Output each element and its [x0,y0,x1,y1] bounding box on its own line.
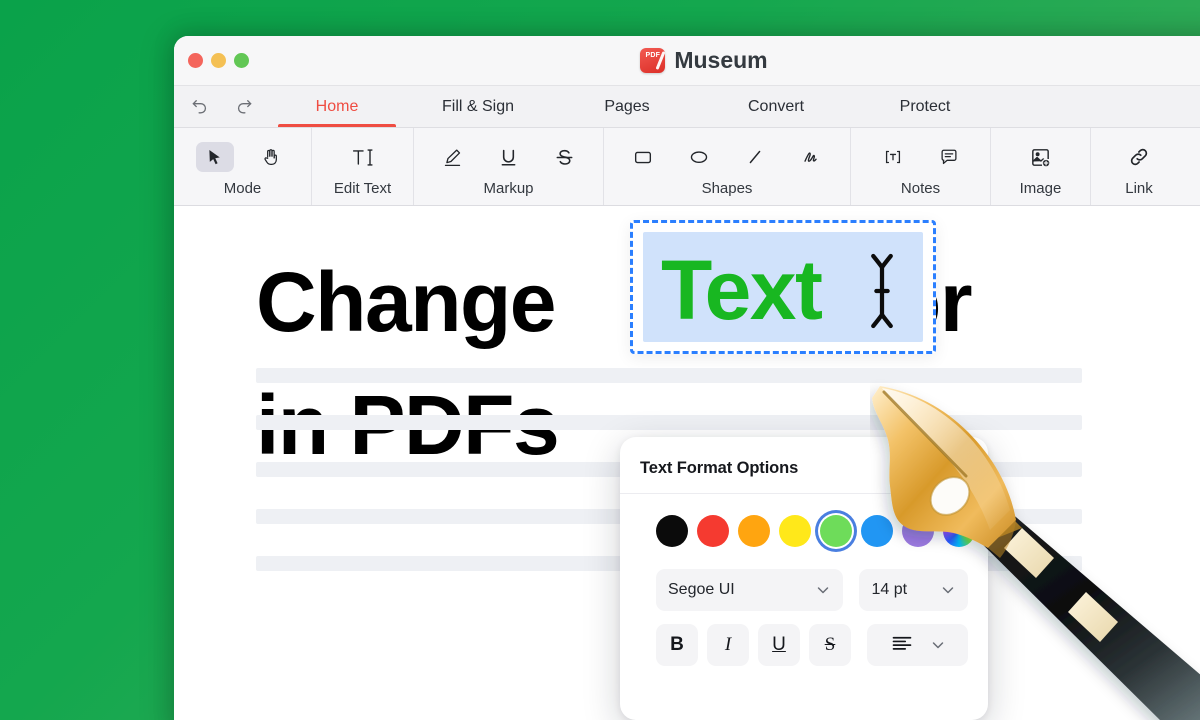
text-format-options-panel: Text Format Options Segoe UI 14 pt B I [620,437,988,720]
title-bar: PDF Museum [174,36,1200,86]
undo-icon[interactable] [190,97,210,117]
italic-button[interactable]: I [707,624,749,666]
style-button-group: B I U S [656,624,851,666]
ribbon-group-label-image: Image [1020,180,1062,197]
color-swatch-red[interactable] [697,515,729,547]
tab-convert[interactable]: Convert [702,86,850,127]
highlighter-icon[interactable] [434,142,472,172]
tab-protect[interactable]: Protect [850,86,1000,127]
strikethrough-icon[interactable] [546,142,584,172]
document-title-group: PDF Museum [174,47,1200,74]
chevron-down-icon [940,582,956,598]
color-swatch-purple[interactable] [902,515,934,547]
headline-part-1: Change [256,255,577,349]
font-family-select[interactable]: Segoe UI [656,569,843,611]
bold-button[interactable]: B [656,624,698,666]
pdf-badge-label: PDF [640,52,665,59]
document-title: Museum [674,47,767,74]
ribbon-group-label-mode: Mode [224,180,262,197]
color-swatch-custom-wheel[interactable] [943,515,975,547]
text-box-icon[interactable] [874,142,912,172]
ribbon-group-image: Image [991,128,1091,205]
ribbon-group-label-shapes: Shapes [702,180,753,197]
minimize-button[interactable] [211,53,226,68]
ribbon-group-shapes: Shapes [604,128,851,205]
color-swatch-black[interactable] [656,515,688,547]
comment-icon[interactable] [930,142,968,172]
color-swatch-row [640,515,968,547]
font-controls-row: Segoe UI 14 pt [640,569,968,611]
text-cursor-icon [867,249,897,333]
text-selection-box[interactable]: Text [630,220,936,354]
font-size-value: 14 pt [871,581,932,599]
tab-bar: Home Fill & Sign Pages Convert Protect [174,86,1200,128]
freehand-icon[interactable] [792,142,830,172]
maximize-button[interactable] [234,53,249,68]
color-swatch-orange[interactable] [738,515,770,547]
traffic-lights [174,53,249,68]
font-family-value: Segoe UI [668,581,807,599]
close-button[interactable] [188,53,203,68]
rectangle-icon[interactable] [624,142,662,172]
ribbon-group-label-link: Link [1125,180,1153,197]
ribbon-group-label-markup: Markup [483,180,533,197]
ribbon-group-link: Link [1091,128,1187,205]
tab-home[interactable]: Home [270,86,404,127]
ribbon-group-label-notes: Notes [901,180,940,197]
font-size-select[interactable]: 14 pt [859,569,968,611]
color-swatch-blue[interactable] [861,515,893,547]
text-style-row: B I U S [640,624,968,666]
ribbon-group-markup: Markup [414,128,604,205]
add-image-icon[interactable] [1022,142,1060,172]
pdf-file-icon: PDF [640,48,665,73]
panel-title: Text Format Options [640,459,968,478]
link-icon[interactable] [1120,142,1158,172]
align-left-icon [890,634,914,656]
panel-divider [620,493,988,494]
strikethrough-button[interactable]: S [809,624,851,666]
document-placeholder-line [256,415,1082,430]
text-align-select[interactable] [867,624,968,666]
ribbon-group-edit-text: Edit Text [312,128,414,205]
edit-text-icon[interactable] [344,142,382,172]
tab-fill-sign[interactable]: Fill & Sign [404,86,552,127]
color-swatch-yellow[interactable] [779,515,811,547]
selected-word: Text [661,232,821,348]
underline-button[interactable]: U [758,624,800,666]
ribbon-group-mode: Mode [174,128,312,205]
chevron-down-icon [815,582,831,598]
cursor-arrow-icon[interactable] [196,142,234,172]
chevron-down-icon [930,637,946,653]
underline-icon[interactable] [490,142,528,172]
ellipse-icon[interactable] [680,142,718,172]
tab-pages[interactable]: Pages [552,86,702,127]
ribbon-group-notes: Notes [851,128,991,205]
ribbon-group-label-edit-text: Edit Text [334,180,391,197]
history-buttons [174,86,270,127]
line-icon[interactable] [736,142,774,172]
document-placeholder-line [256,368,1082,383]
ribbon-toolbar: Mode Edit Text [174,128,1200,206]
color-swatch-green[interactable] [820,515,852,547]
hand-icon[interactable] [252,142,290,172]
redo-icon[interactable] [234,97,254,117]
